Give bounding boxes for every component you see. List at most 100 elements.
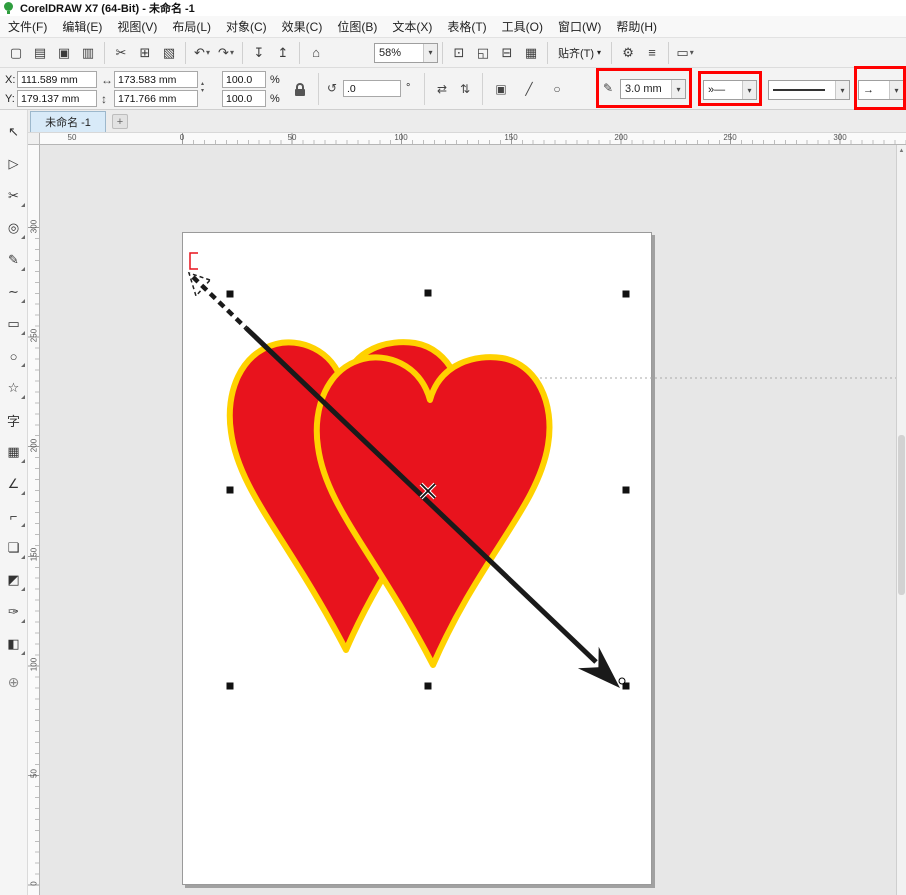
menu-text[interactable]: 文本(X) xyxy=(392,18,432,35)
selection-handle[interactable] xyxy=(425,290,432,297)
show-rulers-button[interactable]: ⊟ xyxy=(495,41,519,65)
new-document-button[interactable]: ▢ xyxy=(4,41,28,65)
menu-file[interactable]: 文件(F) xyxy=(8,18,47,35)
copy-button[interactable]: ⊞ xyxy=(133,41,157,65)
vertical-ruler[interactable]: 300 250 200 150 100 50 0 xyxy=(28,145,40,895)
menu-table[interactable]: 表格(T) xyxy=(447,18,486,35)
document-tab[interactable]: 未命名 -1 xyxy=(30,111,106,132)
ruler-label: 200 xyxy=(611,133,631,142)
selection-handle[interactable] xyxy=(227,291,234,298)
pick-tool[interactable]: ↖ xyxy=(0,116,28,148)
line-style-select[interactable]: ▾ xyxy=(768,80,850,100)
selection-handle[interactable] xyxy=(227,487,234,494)
arrow-start-head-outline xyxy=(189,273,210,296)
to-line-button[interactable]: ╱ xyxy=(518,78,540,100)
dimension-tool[interactable]: ∠ xyxy=(0,468,28,500)
open-button[interactable]: ▤ xyxy=(28,41,52,65)
menu-bitmaps[interactable]: 位图(B) xyxy=(337,18,377,35)
menu-view[interactable]: 视图(V) xyxy=(117,18,157,35)
rectangle-tool[interactable]: ▭ xyxy=(0,308,28,340)
end-arrowhead-select[interactable]: → ▾ xyxy=(858,80,904,100)
menu-object[interactable]: 对象(C) xyxy=(226,18,267,35)
x-position-field[interactable] xyxy=(17,71,97,88)
artistic-media-tool[interactable]: ∼ xyxy=(0,276,28,308)
menu-tools[interactable]: 工具(O) xyxy=(502,18,543,35)
mirror-vertical-button[interactable]: ⇅ xyxy=(454,78,476,100)
caret-down-icon[interactable]: ▾ xyxy=(671,80,685,98)
fullscreen-preview-button[interactable]: ◱ xyxy=(471,41,495,65)
snap-dropdown-icon[interactable]: ▾ xyxy=(597,48,601,57)
color-eyedropper-tool[interactable]: ✑ xyxy=(0,596,28,628)
export-button[interactable]: ↥ xyxy=(271,41,295,65)
vertical-scrollbar[interactable]: ▲ xyxy=(896,145,906,895)
shape-tool[interactable]: ▷ xyxy=(0,148,28,180)
step-up-icon[interactable]: ▴ xyxy=(201,81,204,87)
app-launcher-button[interactable]: ⊡ xyxy=(447,41,471,65)
start-arrowhead-select[interactable]: »— ▾ xyxy=(703,80,757,100)
drop-shadow-tool[interactable]: ❏ xyxy=(0,532,28,564)
selection-handle[interactable] xyxy=(623,487,630,494)
outline-width-select[interactable]: 3.0 mm ▾ xyxy=(620,79,686,99)
menu-layout[interactable]: 布局(L) xyxy=(172,18,211,35)
selection-handle[interactable] xyxy=(623,291,630,298)
text-tool[interactable]: 字 xyxy=(0,404,28,436)
welcome-screen-button[interactable]: ⌂ xyxy=(304,41,328,65)
freehand-tool[interactable]: ✎ xyxy=(0,244,28,276)
polygon-tool[interactable]: ☆ xyxy=(0,372,28,404)
app-window-dropdown-icon[interactable]: ▾ xyxy=(690,48,694,57)
selection-handle[interactable] xyxy=(227,683,234,690)
interactive-fill-tool[interactable]: ◧ xyxy=(0,628,28,660)
caret-down-icon[interactable]: ▾ xyxy=(742,81,756,99)
transparency-tool[interactable]: ◩ xyxy=(0,564,28,596)
redo-button[interactable]: ↷▾ xyxy=(214,41,238,65)
table-tool[interactable]: ▦ xyxy=(0,436,28,468)
scrollbar-thumb[interactable] xyxy=(898,435,905,595)
menu-help[interactable]: 帮助(H) xyxy=(616,18,657,35)
menu-edit[interactable]: 编辑(E) xyxy=(62,18,102,35)
zoom-level-select[interactable]: 58% ▾ xyxy=(374,43,438,63)
to-curve-button[interactable]: ○ xyxy=(546,78,568,100)
drawing-canvas[interactable]: ▲ xyxy=(40,145,906,895)
caret-down-icon[interactable]: ▾ xyxy=(835,81,849,99)
coreldraw-window: CorelDRAW X7 (64-Bit) - 未命名 -1 文件(F) 编辑(… xyxy=(0,0,906,895)
paste-button[interactable]: ▧ xyxy=(157,41,181,65)
scale-x-field[interactable] xyxy=(222,71,266,88)
print-button[interactable]: ▥ xyxy=(76,41,100,65)
size-stepper[interactable]: ▴ ▾ xyxy=(201,81,204,94)
cut-button[interactable]: ✂ xyxy=(109,41,133,65)
customize-button[interactable]: ≡ xyxy=(640,41,664,65)
menu-window[interactable]: 窗口(W) xyxy=(558,18,601,35)
redo-dropdown-icon[interactable]: ▾ xyxy=(230,48,234,57)
lock-ratio-button[interactable] xyxy=(291,78,309,100)
options-button[interactable]: ⚙ xyxy=(616,41,640,65)
add-tools-button[interactable]: ⊕ xyxy=(0,668,28,696)
caret-down-icon[interactable]: ▾ xyxy=(423,44,437,62)
snap-to-button[interactable]: 贴齐(T) ▾ xyxy=(552,41,607,65)
new-tab-button[interactable]: + xyxy=(112,114,128,129)
menu-effects[interactable]: 效果(C) xyxy=(282,18,323,35)
save-button[interactable]: ▣ xyxy=(52,41,76,65)
undo-button[interactable]: ↶▾ xyxy=(190,41,214,65)
undo-dropdown-icon[interactable]: ▾ xyxy=(206,48,210,57)
import-button[interactable]: ↧ xyxy=(247,41,271,65)
caret-down-icon[interactable]: ▾ xyxy=(889,81,903,99)
show-grid-button[interactable]: ▦ xyxy=(519,41,543,65)
ellipse-tool[interactable]: ○ xyxy=(0,340,28,372)
app-window-button[interactable]: ▭▾ xyxy=(673,41,697,65)
object-width-field[interactable] xyxy=(114,71,198,88)
y-position-field[interactable] xyxy=(17,90,97,107)
zoom-tool[interactable]: ◎ xyxy=(0,212,28,244)
scale-y-field[interactable] xyxy=(222,90,266,107)
wrap-text-button[interactable]: ▣ xyxy=(490,78,512,100)
curve-end-node[interactable] xyxy=(619,678,625,684)
horizontal-ruler[interactable]: 50 0 50 100 150 200 250 300 xyxy=(40,133,906,145)
step-down-icon[interactable]: ▾ xyxy=(201,88,204,94)
scroll-up-icon[interactable]: ▲ xyxy=(897,146,906,156)
mirror-horizontal-button[interactable]: ⇄ xyxy=(431,78,453,100)
crop-tool[interactable]: ✂ xyxy=(0,180,28,212)
selection-handle[interactable] xyxy=(425,683,432,690)
rotation-angle-field[interactable] xyxy=(343,80,401,97)
object-height-field[interactable] xyxy=(114,90,198,107)
ruler-origin-corner[interactable] xyxy=(28,133,40,145)
connector-tool[interactable]: ⌐ xyxy=(0,500,28,532)
